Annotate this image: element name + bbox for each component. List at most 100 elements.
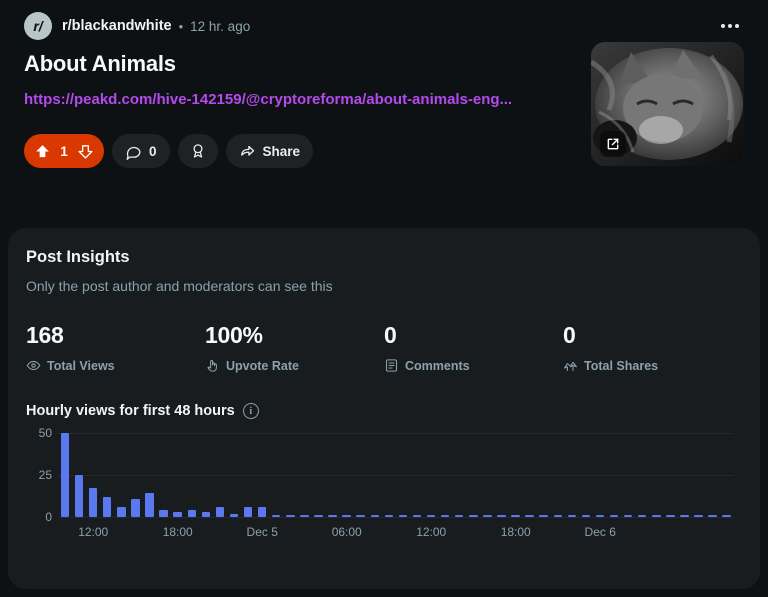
bar-slot[interactable] (269, 433, 283, 517)
chart-bar[interactable] (187, 510, 196, 517)
bar-slot[interactable] (466, 433, 480, 517)
subreddit-name[interactable]: r/blackandwhite (62, 18, 172, 34)
chart-bar[interactable] (652, 515, 661, 517)
chart-bar[interactable] (525, 515, 534, 517)
chart-bar[interactable] (117, 506, 126, 517)
chart-bar[interactable] (469, 515, 478, 517)
chart-bar[interactable] (243, 506, 253, 517)
subreddit-avatar[interactable]: r/ (24, 12, 52, 40)
chart-bar[interactable] (511, 515, 520, 517)
bar-slot[interactable] (114, 433, 128, 517)
chart-bar[interactable] (708, 515, 717, 517)
bar-slot[interactable] (241, 433, 255, 517)
bar-slot[interactable] (579, 433, 593, 517)
bar-slot[interactable] (537, 433, 551, 517)
bar-slot[interactable] (621, 433, 635, 517)
upvote-arrow-icon[interactable] (34, 143, 51, 160)
chart-bar[interactable] (567, 515, 577, 517)
comment-button[interactable]: 0 (112, 134, 170, 168)
bar-slot[interactable] (227, 433, 241, 517)
bar-slot[interactable] (213, 433, 227, 517)
chart-bar[interactable] (553, 515, 562, 517)
bar-slot[interactable] (255, 433, 269, 517)
chart-bar[interactable] (440, 515, 450, 517)
chart-bar[interactable] (74, 475, 84, 517)
bar-slot[interactable] (297, 433, 311, 517)
chart-bar[interactable] (257, 506, 267, 517)
bar-slot[interactable] (58, 433, 72, 517)
bar-slot[interactable] (86, 433, 100, 517)
bar-slot[interactable] (325, 433, 339, 517)
post-thumbnail[interactable] (591, 42, 744, 166)
chart-bar[interactable] (60, 433, 70, 517)
chart-bar[interactable] (455, 515, 464, 517)
chart-bar[interactable] (638, 515, 647, 517)
external-link-icon[interactable] (600, 131, 626, 157)
bar-slot[interactable] (509, 433, 523, 517)
chart-bar[interactable] (286, 515, 295, 517)
chart-bar[interactable] (398, 515, 408, 517)
chart-bar[interactable] (384, 515, 394, 517)
chart-bar[interactable] (412, 515, 422, 517)
bar-slot[interactable] (565, 433, 579, 517)
bar-slot[interactable] (283, 433, 297, 517)
bar-slot[interactable] (720, 433, 734, 517)
chart-bar[interactable] (539, 515, 548, 517)
chart-bar[interactable] (300, 515, 309, 517)
bar-slot[interactable] (396, 433, 410, 517)
chart-bar[interactable] (694, 515, 703, 517)
bar-slot[interactable] (340, 433, 354, 517)
award-button[interactable] (177, 134, 218, 168)
bar-slot[interactable] (480, 433, 494, 517)
bar-slot[interactable] (494, 433, 508, 517)
chart-bar[interactable] (623, 515, 633, 517)
bar-slot[interactable] (142, 433, 156, 517)
bar-slot[interactable] (171, 433, 185, 517)
chart-bar[interactable] (88, 488, 98, 517)
chart-bar[interactable] (581, 515, 591, 517)
bar-slot[interactable] (354, 433, 368, 517)
bar-slot[interactable] (523, 433, 537, 517)
bar-slot[interactable] (368, 433, 382, 517)
bar-slot[interactable] (635, 433, 649, 517)
chart-bar[interactable] (609, 515, 619, 517)
chart-bar[interactable] (229, 513, 239, 517)
bar-slot[interactable] (706, 433, 720, 517)
bar-slot[interactable] (677, 433, 691, 517)
chart-bar[interactable] (201, 511, 211, 517)
chart-bar[interactable] (370, 515, 379, 517)
bar-slot[interactable] (128, 433, 142, 517)
chart-bar[interactable] (356, 515, 365, 517)
bar-slot[interactable] (185, 433, 199, 517)
bar-slot[interactable] (692, 433, 706, 517)
bar-slot[interactable] (410, 433, 424, 517)
chart-bar[interactable] (426, 515, 436, 517)
chart-bar[interactable] (595, 515, 605, 517)
chart-bar[interactable] (314, 515, 323, 517)
bar-slot[interactable] (157, 433, 171, 517)
post-link[interactable]: https://peakd.com/hive-142159/@cryptoref… (24, 91, 576, 108)
bar-slot[interactable] (593, 433, 607, 517)
bar-slot[interactable] (100, 433, 114, 517)
bar-slot[interactable] (663, 433, 677, 517)
bar-slot[interactable] (438, 433, 452, 517)
bar-slot[interactable] (424, 433, 438, 517)
bar-slot[interactable] (382, 433, 396, 517)
bar-slot[interactable] (649, 433, 663, 517)
chart-bar[interactable] (103, 496, 112, 517)
chart-bar[interactable] (722, 515, 731, 517)
chart-bar[interactable] (173, 511, 182, 517)
bar-slot[interactable] (607, 433, 621, 517)
bar-slot[interactable] (199, 433, 213, 517)
chart-bar[interactable] (145, 493, 154, 517)
info-icon[interactable]: i (242, 403, 259, 419)
bar-slot[interactable] (551, 433, 565, 517)
chart-bar[interactable] (159, 510, 168, 517)
bar-slot[interactable] (311, 433, 325, 517)
bar-slot[interactable] (452, 433, 466, 517)
share-button[interactable]: Share (225, 134, 314, 168)
chart-bar[interactable] (328, 515, 337, 517)
chart-bar[interactable] (666, 515, 675, 517)
chart-bar[interactable] (483, 515, 492, 517)
chart-bar[interactable] (342, 515, 351, 517)
